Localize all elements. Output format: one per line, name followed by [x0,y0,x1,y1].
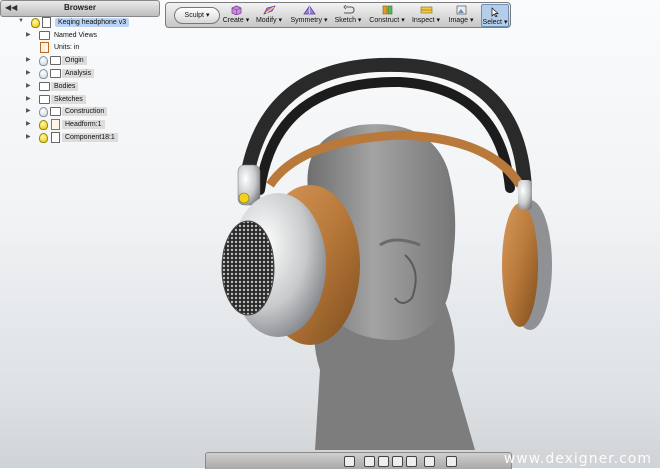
inspect-label: Inspect [411,17,435,24]
visibility-bulb-icon[interactable] [39,107,48,117]
image-label: Image [448,17,468,24]
inspect-icon [420,6,433,14]
tree-item-analysis[interactable]: ▶ Analysis [0,68,160,80]
zoom-icon[interactable] [392,456,403,467]
sketch-label: Sketch [334,17,356,24]
display-settings-icon[interactable] [424,456,435,467]
tree-item-sketches[interactable]: ▶ Sketches [0,94,160,106]
sketch-icon [343,5,355,14]
tree-item-construction[interactable]: ▶ Construction [0,106,160,118]
create-menu[interactable]: Create ▾ [221,3,251,27]
select-menu[interactable]: Select ▾ [481,4,509,27]
tree-item-label: Origin [62,56,87,65]
cube-icon [231,5,242,15]
tree-item-label: Construction [62,107,108,116]
workspace-label: Sculpt [184,12,204,19]
browser-title: Browser [63,3,96,12]
expand-arrow-icon[interactable]: ▶ [26,56,31,63]
visibility-bulb-icon[interactable] [31,18,40,28]
construct-icon [382,5,393,15]
folder-icon [39,82,50,91]
modify-icon [263,5,276,15]
symmetry-menu[interactable]: Symmetry ▾ [289,3,329,27]
visibility-bulb-icon[interactable] [39,133,48,143]
symmetry-label: Symmetry [290,17,323,24]
fit-icon[interactable] [406,456,417,467]
tree-item-label: Bodies [51,82,79,91]
visibility-bulb-icon[interactable] [39,69,48,79]
cursor-icon [491,7,499,17]
expand-arrow-icon[interactable]: ▶ [26,69,31,76]
tree-item-component18[interactable]: ▶ Component18:1 [0,132,160,144]
tree-item-units[interactable]: Units: in [0,42,160,54]
folder-icon [50,69,61,78]
visibility-bulb-icon[interactable] [39,120,48,130]
folder-icon [39,95,50,104]
document-icon [42,17,51,28]
right-earcup[interactable] [502,180,552,330]
modify-label: Modify [255,17,277,24]
browser-header: ◀◀ Browser [0,0,160,17]
tree-item-headform[interactable]: ▶ Headform:1 [0,119,160,131]
visibility-bulb-icon[interactable] [39,56,48,66]
tree-item-label: Analysis [62,69,95,78]
tree-item-bodies[interactable]: ▶ Bodies [0,81,160,93]
grid-settings-icon[interactable] [446,456,457,467]
look-at-icon[interactable] [364,456,375,467]
browser-panel: ◀◀ Browser ▼ Keqing headphone v3 ▶ Named… [0,0,160,150]
tree-item-root[interactable]: ▼ Keqing headphone v3 [0,17,160,29]
watermark-text: www.dexigner.com [503,451,652,467]
construct-label: Construct [369,17,400,24]
orbit-icon[interactable] [344,456,355,467]
component-icon [51,119,60,130]
image-menu[interactable]: Image ▾ [446,3,476,27]
tree-item-label: Component18:1 [62,133,118,142]
workspace-dropdown[interactable]: Sculpt ▾ [174,7,220,24]
main-toolbar: Sculpt ▾ Create ▾ Modify ▾ Symmetry ▾ Sk… [165,2,511,28]
expand-arrow-icon[interactable]: ▶ [26,120,31,127]
tree-item-label: Named Views [54,32,98,39]
folder-icon [39,31,50,40]
pan-icon[interactable] [378,456,389,467]
component-icon [51,132,60,143]
tree-item-label: Sketches [51,95,86,104]
sketch-menu[interactable]: Sketch ▾ [333,3,363,27]
model-viewport[interactable] [190,40,590,450]
tree-item-named-views[interactable]: ▶ Named Views [0,30,160,42]
expand-arrow-icon[interactable]: ▶ [26,107,31,114]
tree-item-label: Keqing headphone v3 [55,18,130,27]
folder-icon [50,56,61,65]
inspect-menu[interactable]: Inspect ▾ [411,3,441,27]
tree-item-label: Headform:1 [62,120,105,129]
select-label: Select [482,19,502,26]
dropdown-arrow-icon: ▾ [204,12,210,19]
image-icon [456,5,467,15]
construct-menu[interactable]: Construct ▾ [367,3,407,27]
expand-arrow-icon[interactable]: ▼ [18,18,24,24]
expand-arrow-icon[interactable]: ▶ [26,31,31,38]
folder-icon [50,107,61,116]
create-label: Create [222,17,244,24]
expand-arrow-icon[interactable]: ▶ [26,133,31,140]
tree-item-origin[interactable]: ▶ Origin [0,55,160,67]
modify-menu[interactable]: Modify ▾ [254,3,284,27]
expand-arrow-icon[interactable]: ▶ [26,82,31,89]
navigation-bar [205,452,512,469]
symmetry-icon [303,5,316,15]
units-icon [40,42,49,53]
tree-item-label: Units: in [54,44,80,51]
expand-arrow-icon[interactable]: ▶ [26,95,31,102]
